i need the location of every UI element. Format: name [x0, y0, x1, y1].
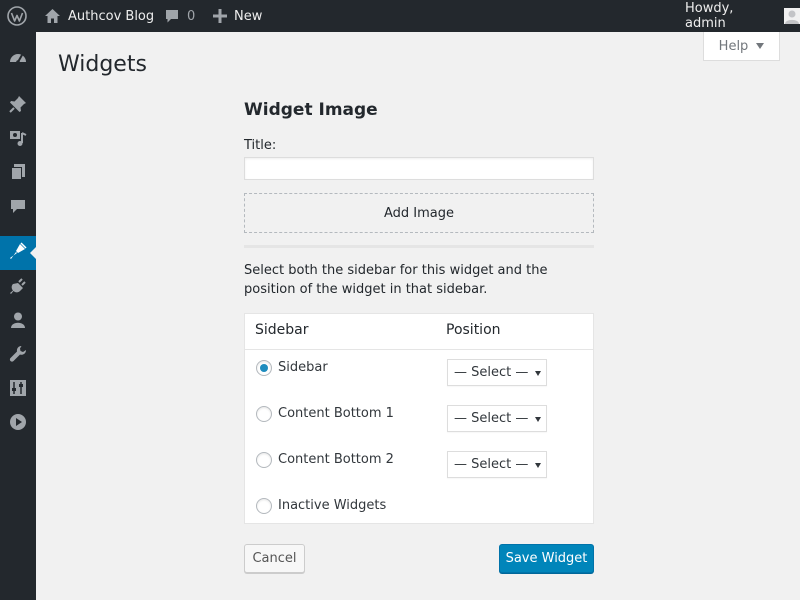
comments-count: 0	[187, 8, 196, 24]
cancel-button[interactable]: Cancel	[244, 544, 305, 573]
menu-video[interactable]	[0, 407, 36, 441]
comment-bubble-icon	[164, 8, 180, 24]
sidebar-position-select[interactable]: — Select —	[447, 359, 547, 386]
menu-dashboard[interactable]	[0, 43, 36, 77]
select-value: — Select —	[454, 457, 529, 472]
site-name-link[interactable]: Authcov Blog	[44, 0, 154, 32]
menu-comments[interactable]	[0, 191, 36, 225]
avatar	[784, 8, 800, 24]
content-bottom-1-position-select[interactable]: — Select —	[447, 405, 547, 432]
sidebar-column-header: Sidebar	[255, 322, 309, 338]
inactive-widgets-radio[interactable]	[256, 498, 272, 514]
content-bottom-2-label[interactable]: Content Bottom 2	[278, 452, 394, 467]
add-image-label: Add Image	[383, 205, 454, 221]
dashboard-icon	[9, 49, 27, 71]
sidebar-option-row: Sidebar — Select —	[245, 350, 593, 396]
menu-users[interactable]	[0, 305, 36, 339]
home-icon	[44, 8, 61, 24]
content-bottom-1-option-row: Content Bottom 1 — Select —	[245, 396, 593, 442]
media-icon	[9, 129, 27, 151]
help-label: Help	[718, 38, 749, 54]
inactive-widgets-option-row: Inactive Widgets	[245, 488, 593, 534]
plugins-icon	[9, 277, 27, 299]
appearance-icon	[9, 242, 27, 264]
widget-area-chooser: Sidebar Position Sidebar — Select — Cont…	[244, 313, 594, 524]
admin-menu	[0, 32, 36, 600]
pushpin-icon	[9, 95, 27, 117]
content-bottom-2-radio[interactable]	[256, 452, 272, 468]
comments-link[interactable]: 0	[164, 0, 195, 32]
sidebar-radio[interactable]	[256, 360, 272, 376]
content-bottom-2-option-row: Content Bottom 2 — Select —	[245, 442, 593, 488]
inactive-widgets-label[interactable]: Inactive Widgets	[278, 498, 386, 513]
play-icon	[9, 413, 27, 435]
content-bottom-1-radio[interactable]	[256, 406, 272, 422]
help-tab-button[interactable]: Help	[703, 32, 780, 61]
menu-pages[interactable]	[0, 157, 36, 191]
save-widget-button[interactable]: Save Widget	[499, 544, 594, 573]
dropdown-arrow-icon	[535, 371, 541, 376]
title-label: Title:	[244, 138, 277, 153]
wordpress-logo-icon[interactable]	[7, 0, 27, 32]
page-title: Widgets	[58, 52, 147, 77]
pages-icon	[9, 163, 27, 185]
new-content-link[interactable]: New	[213, 0, 262, 32]
divider	[244, 245, 594, 248]
menu-settings[interactable]	[0, 373, 36, 407]
menu-appearance[interactable]	[0, 236, 36, 270]
my-account-link[interactable]: Howdy, admin	[685, 0, 800, 32]
site-name-label: Authcov Blog	[68, 8, 155, 24]
menu-tools[interactable]	[0, 339, 36, 373]
help-text: Select both the sidebar for this widget …	[244, 263, 548, 297]
dropdown-arrow-icon	[535, 463, 541, 468]
title-input[interactable]	[244, 157, 594, 180]
select-value: — Select —	[454, 365, 529, 380]
comments-icon	[9, 197, 27, 219]
add-image-button[interactable]: Add Image	[244, 193, 594, 233]
menu-media[interactable]	[0, 123, 36, 157]
position-column-header: Position	[446, 322, 501, 338]
new-label: New	[234, 8, 263, 24]
settings-icon	[9, 379, 27, 401]
content-bottom-2-position-select[interactable]: — Select —	[447, 451, 547, 478]
admin-bar: Authcov Blog 0 New Howdy, admin	[0, 0, 800, 32]
content-bottom-1-label[interactable]: Content Bottom 1	[278, 406, 394, 421]
menu-posts[interactable]	[0, 89, 36, 123]
menu-plugins[interactable]	[0, 271, 36, 305]
greeting-text: Howdy, admin	[685, 1, 734, 31]
chevron-down-icon	[756, 43, 765, 49]
dropdown-arrow-icon	[535, 417, 541, 422]
users-icon	[9, 311, 27, 333]
sidebar-option-label[interactable]: Sidebar	[278, 360, 328, 375]
tools-icon	[9, 345, 27, 367]
select-value: — Select —	[454, 411, 529, 426]
widget-heading: Widget Image	[244, 100, 378, 120]
plus-icon	[213, 9, 227, 23]
